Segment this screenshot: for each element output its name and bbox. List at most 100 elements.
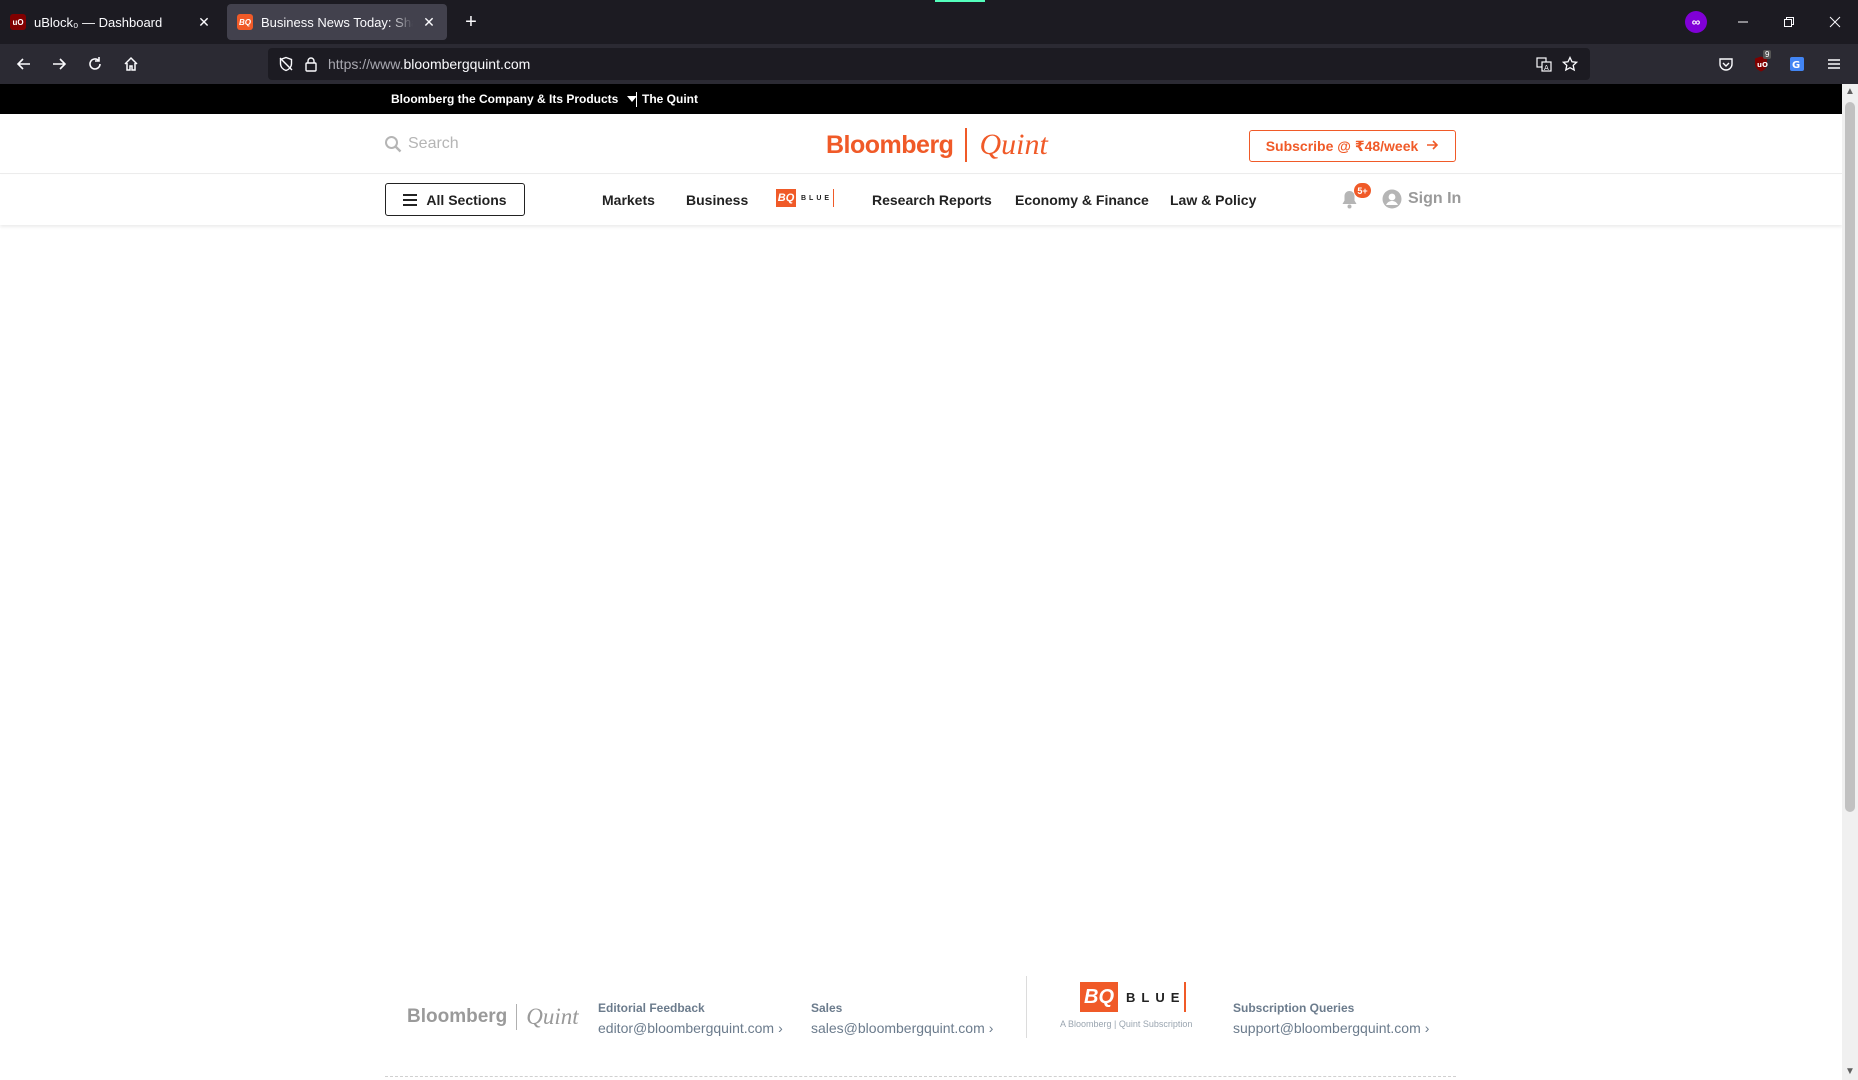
nav-business[interactable]: Business [686,192,748,208]
lock-icon[interactable] [304,56,318,77]
tab-bloombergquint[interactable]: BQ Business News Today: Share Ma ✕ [227,4,447,40]
editorial-email-link[interactable]: editor@bloombergquint.com › [598,1020,783,1036]
tab-close-icon[interactable]: ✕ [421,14,437,30]
reload-button[interactable] [79,48,111,80]
nav-markets[interactable]: Markets [602,192,655,208]
private-browsing-icon: ∞ [1685,11,1707,33]
ublock-count-badge: 9 [1763,50,1772,59]
footer-logo-divider [516,1004,518,1030]
nav-research-reports[interactable]: Research Reports [872,192,992,208]
translate-extension-button[interactable]: G [1781,48,1813,80]
scroll-up-icon[interactable]: ▲ [1842,84,1858,100]
close-window-button[interactable] [1812,0,1858,44]
footer-divider [1026,976,1027,1038]
pocket-button[interactable] [1710,48,1742,80]
forward-arrow-icon [53,58,67,70]
browser-tab-bar: uO uBlock₀ — Dashboard ✕ BQ Business New… [0,0,1858,44]
sign-in-button[interactable]: Sign In [1382,189,1461,209]
footer-subscription-queries: Subscription Queries support@bloombergqu… [1233,1001,1429,1036]
editorial-email: editor@bloombergquint.com [598,1020,775,1036]
address-bar[interactable]: https://www.bloombergquint.com A [268,48,1590,80]
footer-bq-blue-divider [1184,982,1186,1012]
ublock-extension-button[interactable]: uO 9 [1745,48,1777,80]
subscription-label: Subscription Queries [1233,1001,1355,1015]
svg-text:A: A [1544,64,1549,72]
hamburger-icon [403,191,418,209]
scrollbar-thumb[interactable] [1845,102,1855,812]
minimize-button[interactable] [1720,0,1766,44]
logo-quint: Quint [979,128,1048,161]
url-host: bloombergquint.com [403,56,531,72]
bloombergquint-logo[interactable]: Bloomberg Quint [826,128,1048,162]
site-header: Bloomberg Quint Subscribe @ ₹48/week [0,114,1842,174]
subscription-email: support@bloombergquint.com [1233,1020,1421,1036]
footer-blue-text: BLUE [1126,990,1186,1005]
hamburger-menu-icon [1828,59,1840,69]
url-prefix: https://www. [328,56,404,72]
site-footer: Bloomberg Quint Editorial Feedback edito… [0,976,1842,1080]
reload-icon [89,57,101,70]
scroll-down-icon[interactable]: ▼ [1842,1064,1858,1080]
footer-bq-blue-logo[interactable]: BQ BLUE A Bloomberg | Quint Subscription [1058,982,1218,1038]
nav-economy-finance[interactable]: Economy & Finance [1015,192,1149,208]
pocket-icon [1719,58,1733,71]
home-icon [124,56,138,71]
tracking-protection-icon[interactable] [278,56,294,77]
loading-indicator [935,0,985,2]
nav-bq-blue[interactable]: BQ BLUE [776,189,835,207]
page-scrollbar[interactable]: ▲ ▼ [1842,84,1858,1080]
subscribe-label: Subscribe @ ₹48/week [1265,137,1419,154]
minimize-icon [1738,21,1748,23]
all-sections-label: All Sections [426,191,507,208]
footer-bq-blue-subtitle: A Bloomberg | Quint Subscription [1060,1019,1193,1029]
bq-blue-divider [833,189,835,207]
home-button[interactable] [115,48,147,80]
search-icon [385,136,402,153]
sales-email-link[interactable]: sales@bloombergquint.com › [811,1020,993,1036]
new-tab-button[interactable]: + [459,10,483,34]
user-avatar-icon [1382,189,1402,209]
translate-icon[interactable]: A [1536,56,1552,77]
translate-extension-icon: G [1790,57,1804,71]
close-icon [1829,16,1841,28]
arrow-right-icon [1426,138,1439,154]
footer-logo-bloomberg: Bloomberg [407,1006,508,1027]
bq-favicon-icon: BQ [237,14,253,30]
the-quint-link[interactable]: The Quint [642,92,698,106]
search-input[interactable] [408,135,608,153]
subscription-email-link[interactable]: support@bloombergquint.com › [1233,1020,1429,1036]
chevron-right-icon: › [778,1020,783,1036]
bloomberg-products-label: Bloomberg the Company & Its Products [391,92,619,106]
app-menu-button[interactable] [1818,48,1850,80]
footer-editorial-feedback: Editorial Feedback editor@bloombergquint… [598,1001,783,1036]
chevron-right-icon: › [1424,1020,1430,1036]
notification-badge: 5+ [1354,183,1371,198]
tab-ublock-dashboard[interactable]: uO uBlock₀ — Dashboard ✕ [0,4,222,40]
all-sections-button[interactable]: All Sections [385,183,525,216]
search-box[interactable] [384,135,608,153]
bq-blue-logo-text: BLUE [801,194,833,202]
ublock-favicon-icon: uO [10,14,26,30]
footer-bq-mark: BQ [1080,982,1118,1012]
subscribe-button[interactable]: Subscribe @ ₹48/week [1249,130,1456,162]
restore-button[interactable] [1766,0,1812,44]
strip-divider [636,92,637,107]
window-controls [1720,0,1858,44]
bq-blue-logo-mark: BQ [776,189,796,207]
footer-logo-quint: Quint [526,1004,579,1029]
back-button[interactable] [8,48,40,80]
editorial-label: Editorial Feedback [598,1001,705,1015]
nav-law-policy[interactable]: Law & Policy [1170,192,1256,208]
logo-bloomberg: Bloomberg [826,130,954,159]
bloomberg-products-dropdown[interactable]: Bloomberg the Company & Its Products [391,92,638,106]
logo-divider [965,128,968,162]
bookmark-star-icon[interactable] [1561,55,1579,77]
chevron-right-icon: › [988,1020,994,1036]
footer-dashed-line [385,1076,1456,1077]
url-text[interactable]: https://www.bloombergquint.com [328,56,530,72]
sales-label: Sales [811,1001,843,1015]
forward-button[interactable] [43,48,75,80]
footer-logo[interactable]: Bloomberg Quint [407,1004,579,1030]
sales-email: sales@bloombergquint.com [811,1020,985,1036]
tab-close-icon[interactable]: ✕ [196,14,212,30]
